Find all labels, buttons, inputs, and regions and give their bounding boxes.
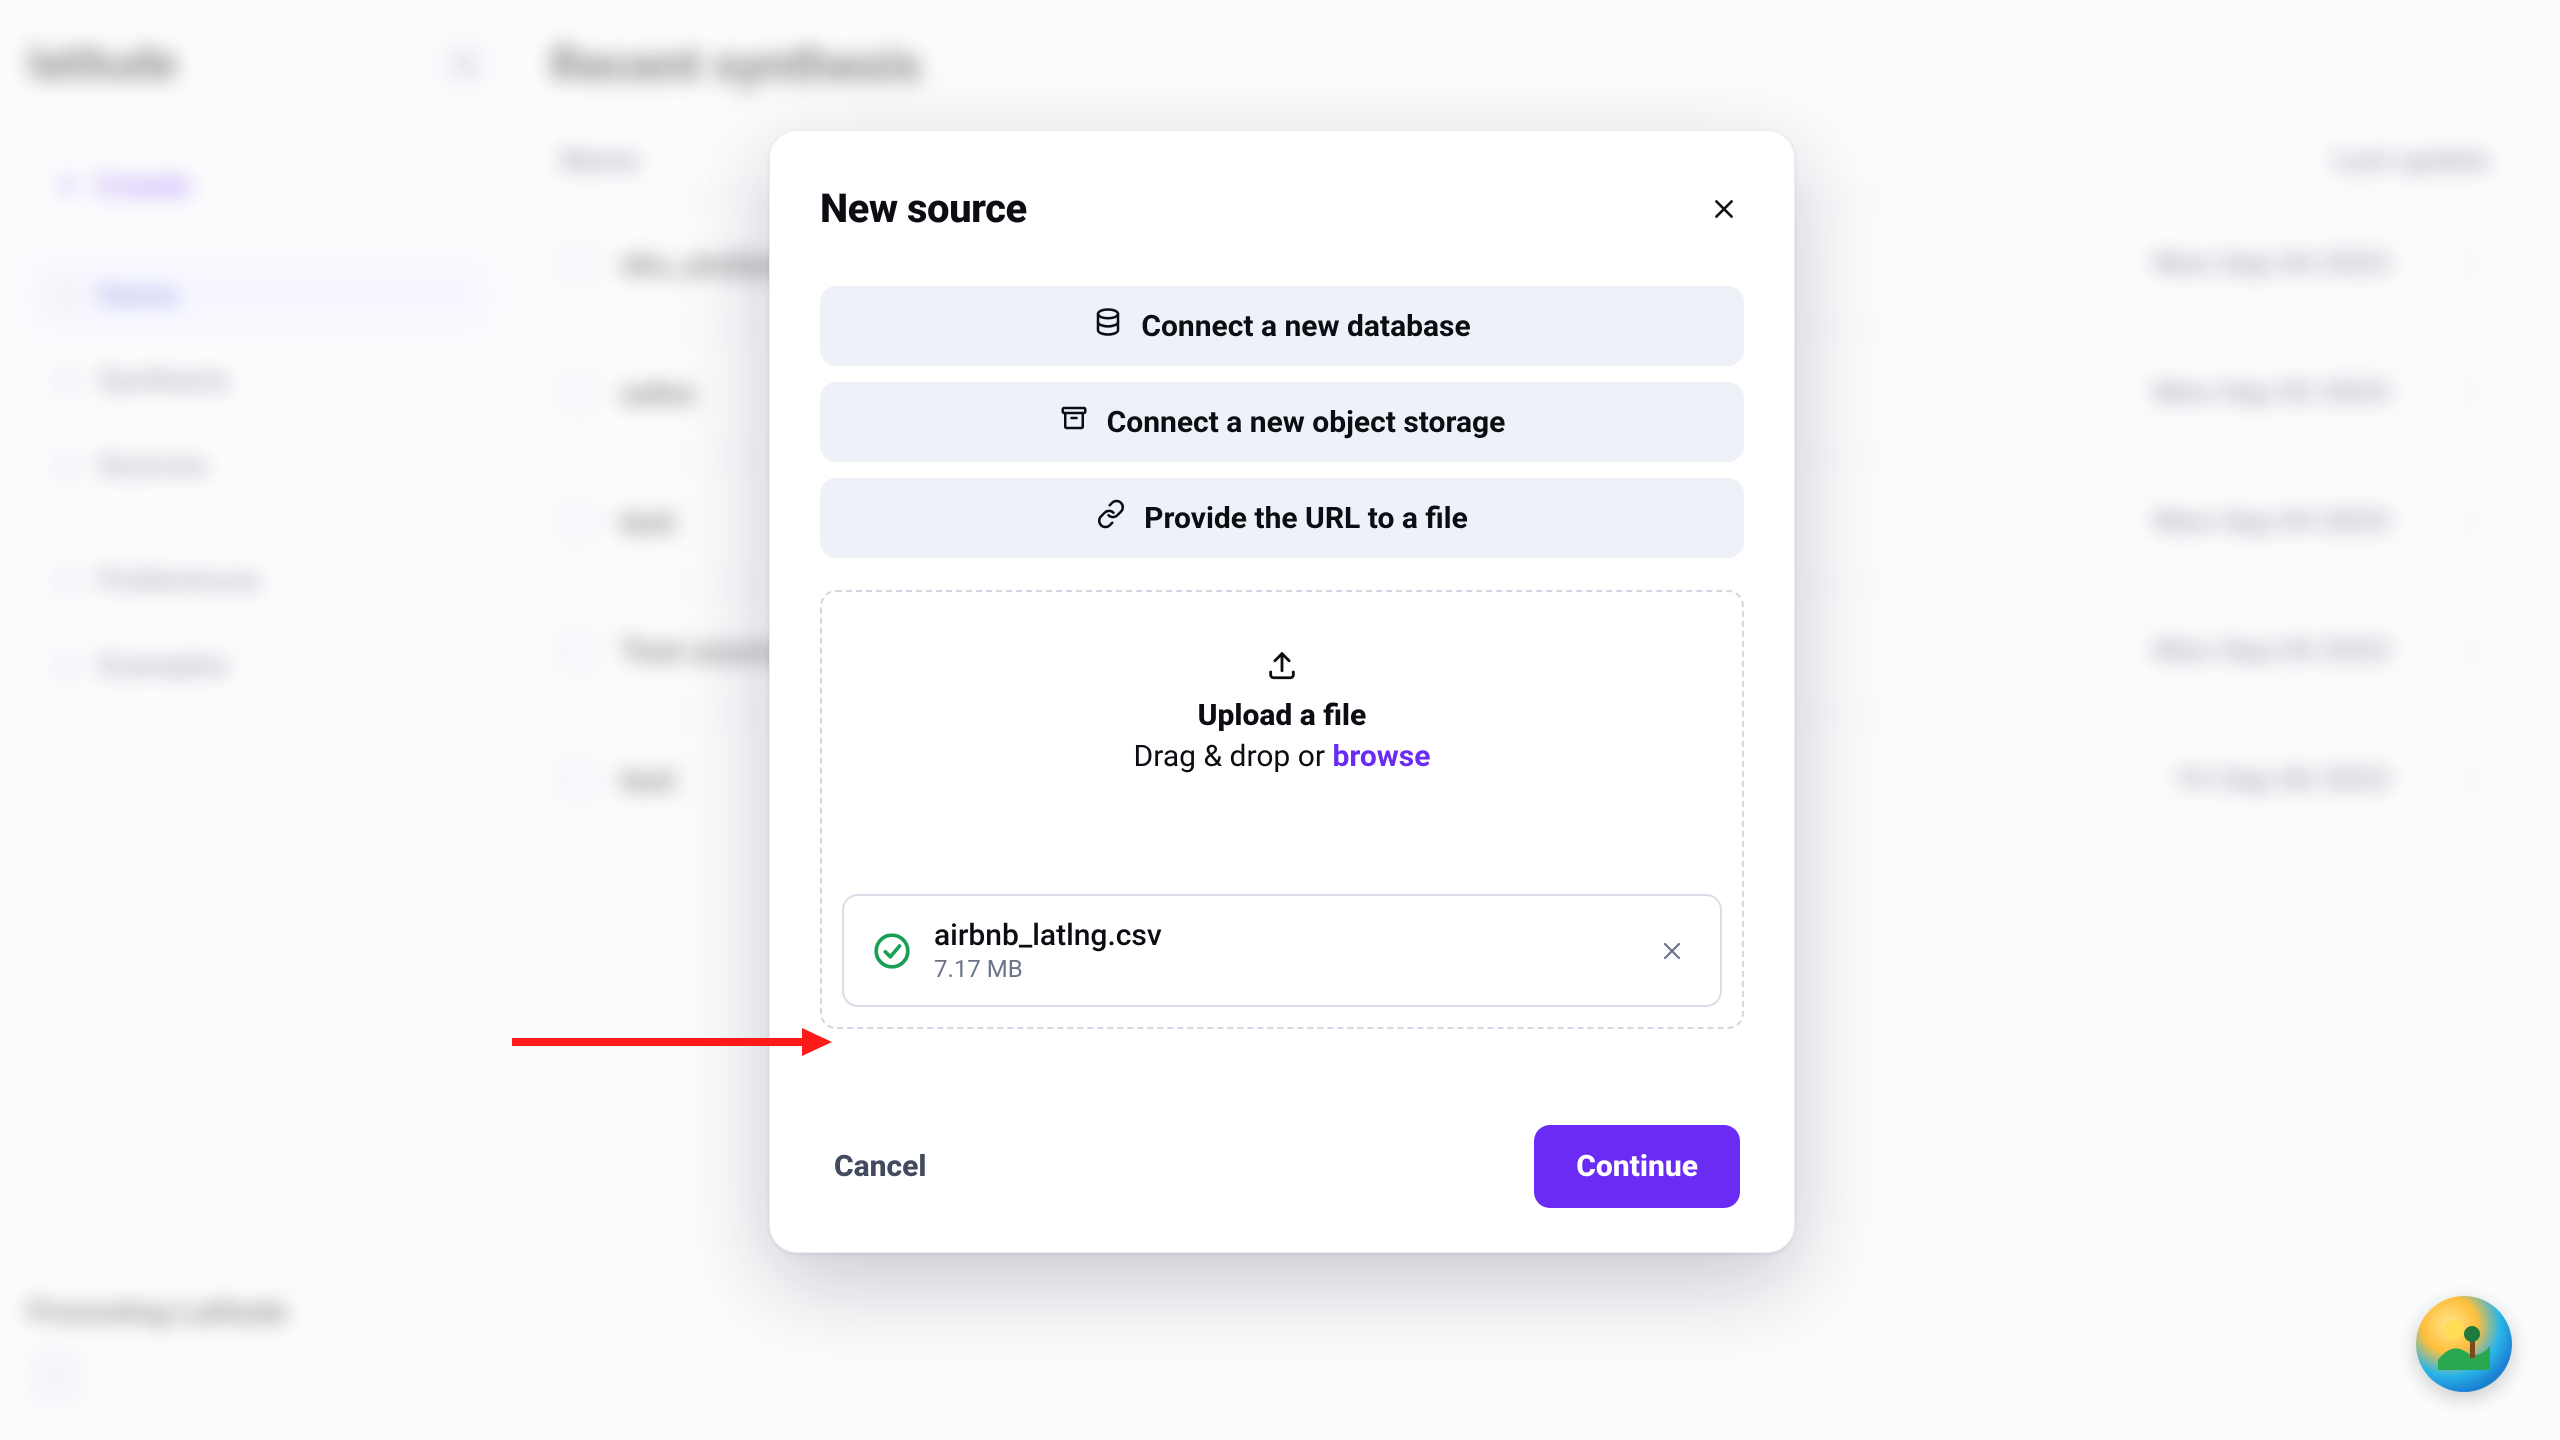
floating-badge[interactable] (2416, 1296, 2512, 1392)
archive-box-icon (1059, 403, 1089, 441)
option-label: Connect a new object storage (1107, 405, 1506, 440)
database-icon (1093, 307, 1123, 345)
connect-storage-button[interactable]: Connect a new object storage (820, 382, 1744, 462)
dropzone-subtitle: Drag & drop or browse (1134, 739, 1431, 774)
browse-link[interactable]: browse (1332, 739, 1430, 774)
cancel-button[interactable]: Cancel (834, 1149, 927, 1184)
option-label: Connect a new database (1141, 309, 1470, 344)
dropzone-title: Upload a file (1198, 698, 1367, 733)
upload-icon (1265, 648, 1299, 692)
upload-dropzone[interactable]: Upload a file Drag & drop or browse airb… (820, 590, 1744, 1029)
uploaded-file-card: airbnb_latlng.csv 7.17 MB (842, 894, 1722, 1007)
option-label: Provide the URL to a file (1144, 501, 1468, 536)
remove-file-button[interactable] (1652, 931, 1692, 971)
continue-button[interactable]: Continue (1534, 1125, 1740, 1208)
uploaded-file-name: airbnb_latlng.csv (934, 918, 1630, 953)
modal-title: New source (820, 185, 1027, 232)
close-button[interactable] (1704, 189, 1744, 229)
connect-database-button[interactable]: Connect a new database (820, 286, 1744, 366)
uploaded-file-size: 7.17 MB (934, 955, 1630, 983)
provide-url-button[interactable]: Provide the URL to a file (820, 478, 1744, 558)
check-circle-icon (872, 931, 912, 971)
new-source-modal: New source Connect a new database Connec… (769, 130, 1795, 1253)
link-icon (1096, 499, 1126, 537)
